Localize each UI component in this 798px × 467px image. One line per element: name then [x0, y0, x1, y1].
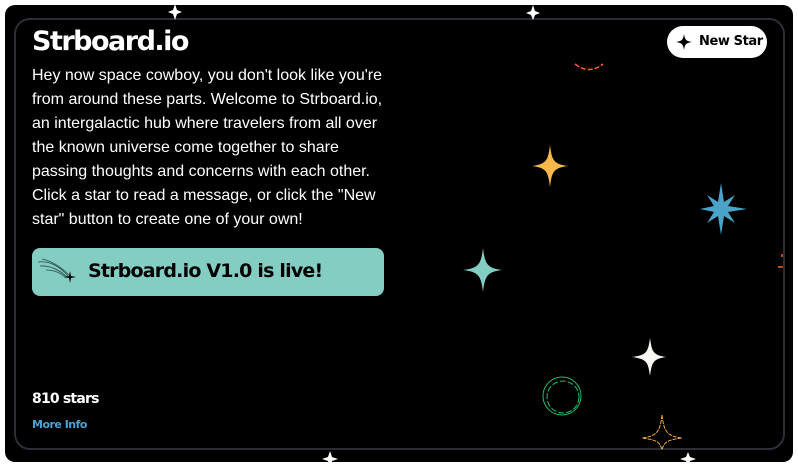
star-blue-burst[interactable] [700, 183, 747, 235]
page-title: Strboard.io [32, 26, 189, 57]
star-count: 810 stars [32, 391, 99, 407]
star-white[interactable] [632, 338, 666, 376]
star-yellow[interactable] [532, 145, 568, 187]
decor-star-icon [322, 451, 338, 467]
star-orange-outline[interactable] [641, 414, 683, 451]
announcement-banner[interactable]: Strboard.io V1.0 is live! [32, 248, 384, 296]
more-info-link[interactable]: More Info [32, 418, 88, 431]
new-star-button[interactable]: New Star [667, 26, 767, 58]
decor-star-icon [680, 452, 696, 467]
intro-text: Hey now space cowboy, you don't look lik… [32, 67, 383, 228]
decor-star-icon [168, 4, 182, 20]
decor-star-icon [526, 5, 540, 20]
new-star-label: New Star [699, 34, 763, 49]
sparkle-icon [676, 34, 692, 50]
star-red-arc[interactable] [574, 63, 604, 71]
star-red-fragment[interactable] [778, 254, 783, 268]
star-teal[interactable] [463, 248, 502, 292]
banner-text: Strboard.io V1.0 is live! [88, 260, 323, 282]
star-green-ring[interactable] [542, 376, 582, 416]
comet-icon [37, 258, 76, 283]
